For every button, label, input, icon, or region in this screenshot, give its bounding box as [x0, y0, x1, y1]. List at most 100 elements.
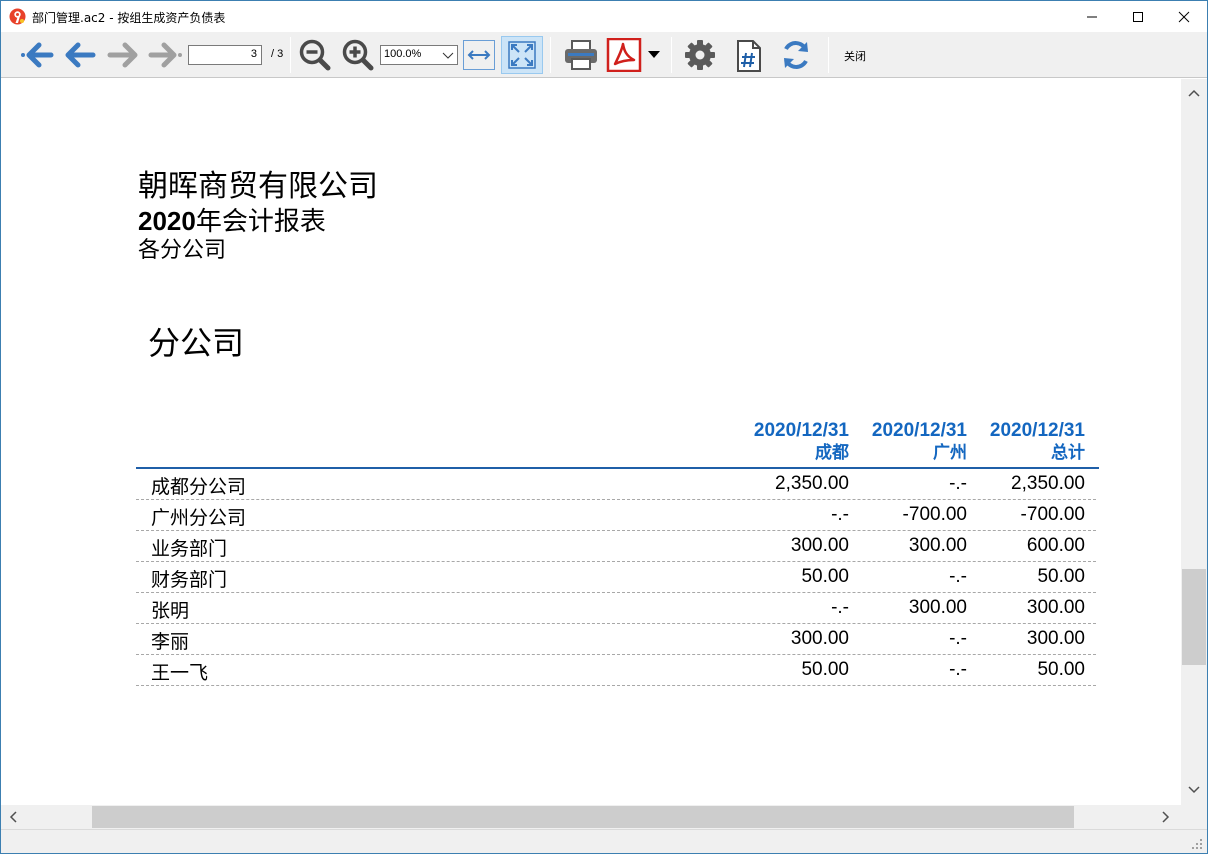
close-window-button[interactable] [1161, 1, 1207, 32]
table-row: 广州分公司 -.- -700.00 -700.00 [136, 500, 1096, 531]
prev-page-icon [65, 42, 96, 68]
last-page-icon [148, 42, 182, 68]
cell-value: 300.00 [908, 597, 967, 618]
page-number-button[interactable] [731, 38, 767, 74]
scroll-right-icon[interactable] [1162, 811, 1170, 823]
row-label: 业务部门 [151, 538, 228, 560]
cell-value: 50.00 [801, 659, 849, 680]
cell-value: 300.00 [1026, 628, 1085, 649]
column-header: 2020/12/31 广州 [857, 420, 967, 464]
prev-page-button[interactable] [61, 39, 99, 71]
title-bar: 部门管理.ac2 - 按组生成资产负债表 [1, 1, 1207, 32]
print-button[interactable] [561, 38, 601, 72]
scroll-up-icon[interactable] [1188, 89, 1200, 97]
page-number-icon [737, 40, 761, 72]
row-label: 财务部门 [151, 569, 228, 591]
fit-page-button[interactable] [501, 36, 543, 74]
close-icon [1178, 11, 1190, 22]
zoom-out-button[interactable] [297, 38, 333, 72]
column-header: 2020/12/31 总计 [975, 420, 1085, 464]
caret-down-icon [648, 51, 660, 58]
cell-value: -.- [949, 566, 967, 587]
maximize-button[interactable] [1115, 1, 1161, 32]
scroll-corner [1181, 805, 1207, 829]
chevron-down-icon [442, 52, 454, 59]
cell-value: 300.00 [790, 535, 849, 556]
report-subtitle: 各分公司 [138, 238, 227, 263]
minimize-icon [1087, 16, 1097, 17]
table-row: 业务部门 300.00 300.00 600.00 [136, 531, 1096, 562]
cell-value: -.- [831, 597, 849, 618]
company-name: 朝晖商贸有限公司 [138, 169, 378, 204]
toolbar-separator [671, 37, 672, 73]
column-name: 成都 [815, 443, 849, 463]
fit-width-icon [467, 50, 491, 60]
first-page-button[interactable] [18, 39, 56, 71]
settings-button[interactable] [681, 38, 719, 72]
cell-value: 50.00 [801, 566, 849, 587]
zoom-select[interactable]: 100.0% [380, 45, 458, 65]
cell-value: 600.00 [1026, 535, 1085, 556]
table-row: 王一飞 50.00 -.- 50.00 [136, 655, 1096, 686]
row-label: 李丽 [151, 631, 190, 653]
refresh-icon [784, 41, 808, 69]
first-page-icon [21, 42, 54, 68]
table-row: 李丽 300.00 -.- 300.00 [136, 624, 1096, 655]
report-year: 2020 [138, 206, 196, 236]
settings-icon [685, 40, 715, 70]
cell-value: -.- [949, 473, 967, 494]
close-report-button[interactable]: 关闭 [844, 48, 866, 64]
horizontal-scroll-thumb[interactable] [92, 806, 1074, 828]
row-label: 张明 [151, 600, 190, 622]
toolbar-separator [550, 37, 551, 73]
column-date: 2020/12/31 [989, 420, 1085, 441]
pdf-export-button[interactable] [605, 37, 643, 73]
cell-value: 300.00 [1026, 597, 1085, 618]
app-logo-icon [9, 8, 26, 25]
cell-value: -700.00 [1020, 504, 1085, 525]
row-label: 王一飞 [151, 662, 209, 684]
window-title: 部门管理.ac2 - 按组生成资产负债表 [32, 11, 226, 25]
vertical-scroll-thumb[interactable] [1182, 569, 1206, 665]
last-page-button[interactable] [146, 39, 186, 71]
fit-page-icon [508, 41, 536, 69]
cell-value: 300.00 [790, 628, 849, 649]
next-page-button[interactable] [104, 39, 142, 71]
row-label: 广州分公司 [151, 507, 247, 529]
scroll-left-icon[interactable] [9, 811, 17, 823]
cell-value: -.- [949, 659, 967, 680]
zoom-in-icon [342, 39, 374, 71]
table-row: 成都分公司 2,350.00 -.- 2,350.00 [136, 469, 1096, 500]
cell-value: 2,350.00 [775, 473, 849, 494]
column-header: 2020/12/31 成都 [739, 420, 849, 464]
cell-value: 2,350.00 [1011, 473, 1085, 494]
minimize-button[interactable] [1069, 1, 1115, 32]
section-title: 分公司 [148, 324, 245, 362]
page-number-input[interactable]: 3 [188, 45, 262, 65]
zoom-in-button[interactable] [340, 38, 376, 72]
cell-value: -.- [831, 504, 849, 525]
refresh-button[interactable] [777, 38, 815, 72]
table-row: 张明 -.- 300.00 300.00 [136, 593, 1096, 624]
column-name: 总计 [1051, 443, 1085, 463]
zoom-value: 100.0% [384, 48, 422, 60]
maximize-icon [1133, 11, 1143, 22]
report-title: 2020年会计报表 [138, 206, 326, 237]
resize-grip-icon[interactable] [1191, 838, 1203, 850]
table-row: 财务部门 50.00 -.- 50.00 [136, 562, 1096, 593]
toolbar: 3 / 3 100.0% 关闭 [1, 32, 1207, 78]
cell-value: 300.00 [908, 535, 967, 556]
pdf-options-dropdown[interactable] [645, 46, 663, 64]
scroll-down-icon[interactable] [1188, 786, 1200, 794]
column-date: 2020/12/31 [871, 420, 967, 441]
cell-value: -700.00 [902, 504, 967, 525]
page-total-label: / 3 [271, 48, 284, 60]
toolbar-separator [290, 37, 291, 73]
vertical-scrollbar[interactable] [1181, 79, 1207, 805]
pdf-icon [606, 38, 642, 72]
column-date: 2020/12/31 [753, 420, 849, 441]
cell-value: -.- [949, 628, 967, 649]
fit-width-button[interactable] [463, 40, 495, 70]
status-bar [1, 829, 1207, 853]
zoom-out-icon [299, 39, 331, 71]
